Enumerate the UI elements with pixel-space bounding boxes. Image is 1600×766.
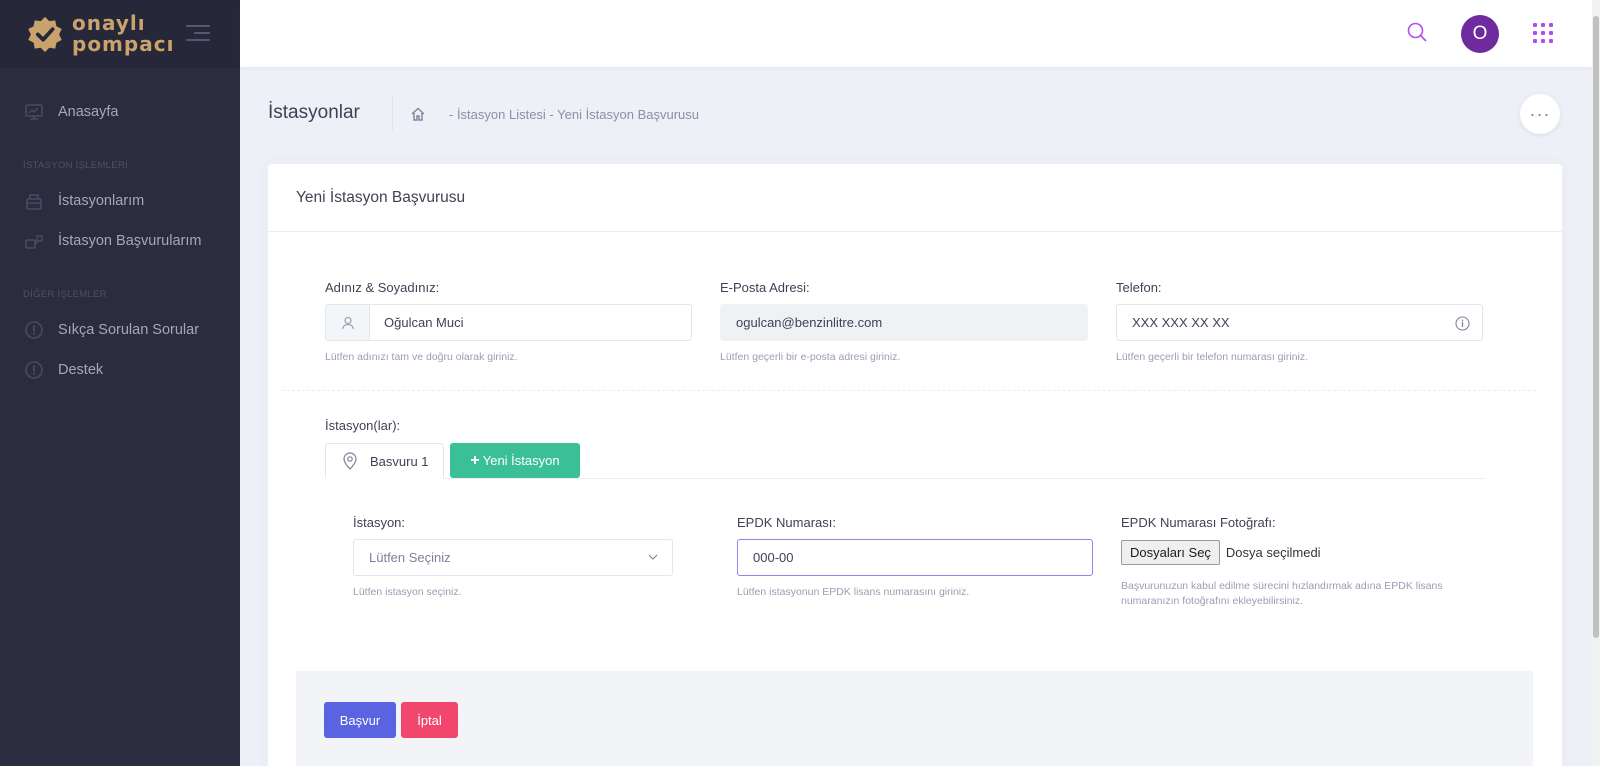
epdk-hint: Lütfen istasyonun EPDK lisans numarasını… <box>737 586 970 598</box>
info-circle-icon <box>25 321 43 339</box>
form-footer: Başvur İptal <box>296 671 1533 766</box>
name-input[interactable]: Oğulcan Muci <box>325 304 692 341</box>
name-field-group: Adınız & Soyadınız: Oğulcan Muci Lütfen … <box>325 280 692 365</box>
epdk-label: EPDK Numarası: <box>737 515 836 530</box>
epdk-photo-field-group: EPDK Numarası Fotoğrafı: Dosyaları Seç D… <box>1121 515 1473 609</box>
sidebar-item-support[interactable]: Destek <box>0 350 240 390</box>
epdk-number-input[interactable]: 000-00 <box>737 539 1093 576</box>
card-title: Yeni İstasyon Başvurusu <box>268 164 1562 232</box>
name-label: Adınız & Soyadınız: <box>325 280 440 295</box>
menu-toggle-icon[interactable] <box>186 25 210 46</box>
phone-label: Telefon: <box>1116 280 1162 295</box>
phone-hint: Lütfen geçerli bir telefon numarası giri… <box>1116 351 1309 363</box>
stations-label: İstasyon(lar): <box>325 418 401 433</box>
apps-grid-icon[interactable] <box>1533 23 1553 43</box>
email-hint: Lütfen geçerli bir e-posta adresi girini… <box>720 351 901 363</box>
phone-input[interactable]: XXX XXX XX XX <box>1116 304 1483 341</box>
cancel-button[interactable]: İptal <box>401 702 458 738</box>
dashboard-icon <box>25 104 43 120</box>
page-scrollbar[interactable] <box>1592 0 1600 766</box>
breadcrumb[interactable]: - İstasyon Listesi - Yeni İstasyon Başvu… <box>449 107 699 122</box>
scrollbar-thumb[interactable] <box>1593 16 1599 638</box>
name-value: Oğulcan Muci <box>384 315 464 330</box>
plus-icon: + <box>470 451 480 469</box>
station-hint: Lütfen istasyon seçiniz. <box>353 586 462 598</box>
sidebar-item-label: Sıkça Sorulan Sorular <box>58 322 200 338</box>
add-station-label: Yeni İstasyon <box>482 453 560 468</box>
station-select-value: Lütfen Seçiniz <box>369 550 451 565</box>
choose-files-button[interactable]: Dosyaları Seç <box>1121 539 1220 565</box>
applications-icon <box>25 235 43 249</box>
location-pin-icon <box>343 452 357 470</box>
file-picker: Dosyaları Seç Dosya seçilmedi <box>1121 539 1473 565</box>
home-icon[interactable] <box>410 106 426 122</box>
sidebar-item-faq[interactable]: Sıkça Sorulan Sorular <box>0 310 240 350</box>
info-circle-icon[interactable] <box>1455 316 1470 331</box>
section-divider <box>282 390 1536 391</box>
brand-name-line1: onaylı <box>72 11 146 35</box>
sidebar-item-label: İstasyonlarım <box>58 193 145 209</box>
subheader-divider <box>392 94 393 132</box>
sidebar-item-label: Anasayfa <box>58 104 119 120</box>
sidebar-item-home[interactable]: Anasayfa <box>0 92 240 132</box>
station-field-group: İstasyon: Lütfen Seçiniz Lütfen istasyon… <box>353 515 673 600</box>
more-options-button[interactable]: ··· <box>1520 94 1560 134</box>
epdk-photo-hint: Başvurunuzun kabul edilme sürecini hızla… <box>1121 580 1443 607</box>
submit-button[interactable]: Başvur <box>324 702 396 738</box>
email-input[interactable]: ogulcan@benzinlitre.com <box>720 304 1088 341</box>
sidebar-item-my-stations[interactable]: İstasyonlarım <box>0 181 240 221</box>
user-icon <box>341 316 354 329</box>
sidebar-item-label: İstasyon Başvurularım <box>58 233 202 249</box>
sidebar-item-label: Destek <box>58 362 104 378</box>
sidebar-section-title: İSTASYON İŞLEMLERİ <box>23 160 129 171</box>
brand-name: onaylı pompacı <box>72 13 174 55</box>
sidebar: onaylı pompacı Anasayfa İSTASYON İŞLEMLE… <box>0 0 240 766</box>
station-icon <box>26 194 42 210</box>
application-form-card: Yeni İstasyon Başvurusu Adınız & Soyadın… <box>268 164 1562 766</box>
add-station-button[interactable]: + Yeni İstasyon <box>450 443 580 478</box>
station-select[interactable]: Lütfen Seçiniz <box>353 539 673 576</box>
tab-label: Basvuru 1 <box>370 453 429 469</box>
email-value: ogulcan@benzinlitre.com <box>736 315 883 330</box>
brand[interactable]: onaylı pompacı <box>0 0 240 68</box>
verified-badge-logo-icon <box>28 16 62 53</box>
phone-placeholder: XXX XXX XX XX <box>1132 315 1230 330</box>
epdk-photo-label: EPDK Numarası Fotoğrafı: <box>1121 515 1276 530</box>
name-hint: Lütfen adınızı tam ve doğru olarak girin… <box>325 351 518 363</box>
subheader: İstasyonlar - İstasyon Listesi - Yeni İs… <box>268 92 1568 136</box>
email-field-group: E-Posta Adresi: ogulcan@benzinlitre.com … <box>720 280 1088 365</box>
sidebar-section-title: DİĞER İŞLEMLER <box>23 289 107 300</box>
page-title: İstasyonlar <box>268 102 360 123</box>
file-status: Dosya seçilmedi <box>1225 544 1321 560</box>
sidebar-nav: Anasayfa İSTASYON İŞLEMLERİ İstasyonları… <box>0 68 240 390</box>
info-circle-icon <box>25 361 43 379</box>
station-label: İstasyon: <box>353 515 406 530</box>
user-addon <box>326 305 370 340</box>
topbar: O <box>240 0 1592 67</box>
search-icon[interactable] <box>1406 21 1428 43</box>
sidebar-item-station-applications[interactable]: İstasyon Başvurularım <box>0 221 240 261</box>
epdk-field-group: EPDK Numarası: 000-00 Lütfen istasyonun … <box>737 515 1093 600</box>
chevron-down-icon <box>648 554 658 560</box>
email-label: E-Posta Adresi: <box>720 280 810 295</box>
brand-name-line2: pompacı <box>72 32 175 56</box>
epdk-value: 000-00 <box>753 550 794 565</box>
phone-field-group: Telefon: XXX XXX XX XX Lütfen geçerli bi… <box>1116 280 1483 365</box>
tabs-baseline <box>325 478 1485 479</box>
user-avatar[interactable]: O <box>1461 15 1499 53</box>
tab-basvuru-1[interactable]: Basvuru 1 <box>325 443 444 479</box>
